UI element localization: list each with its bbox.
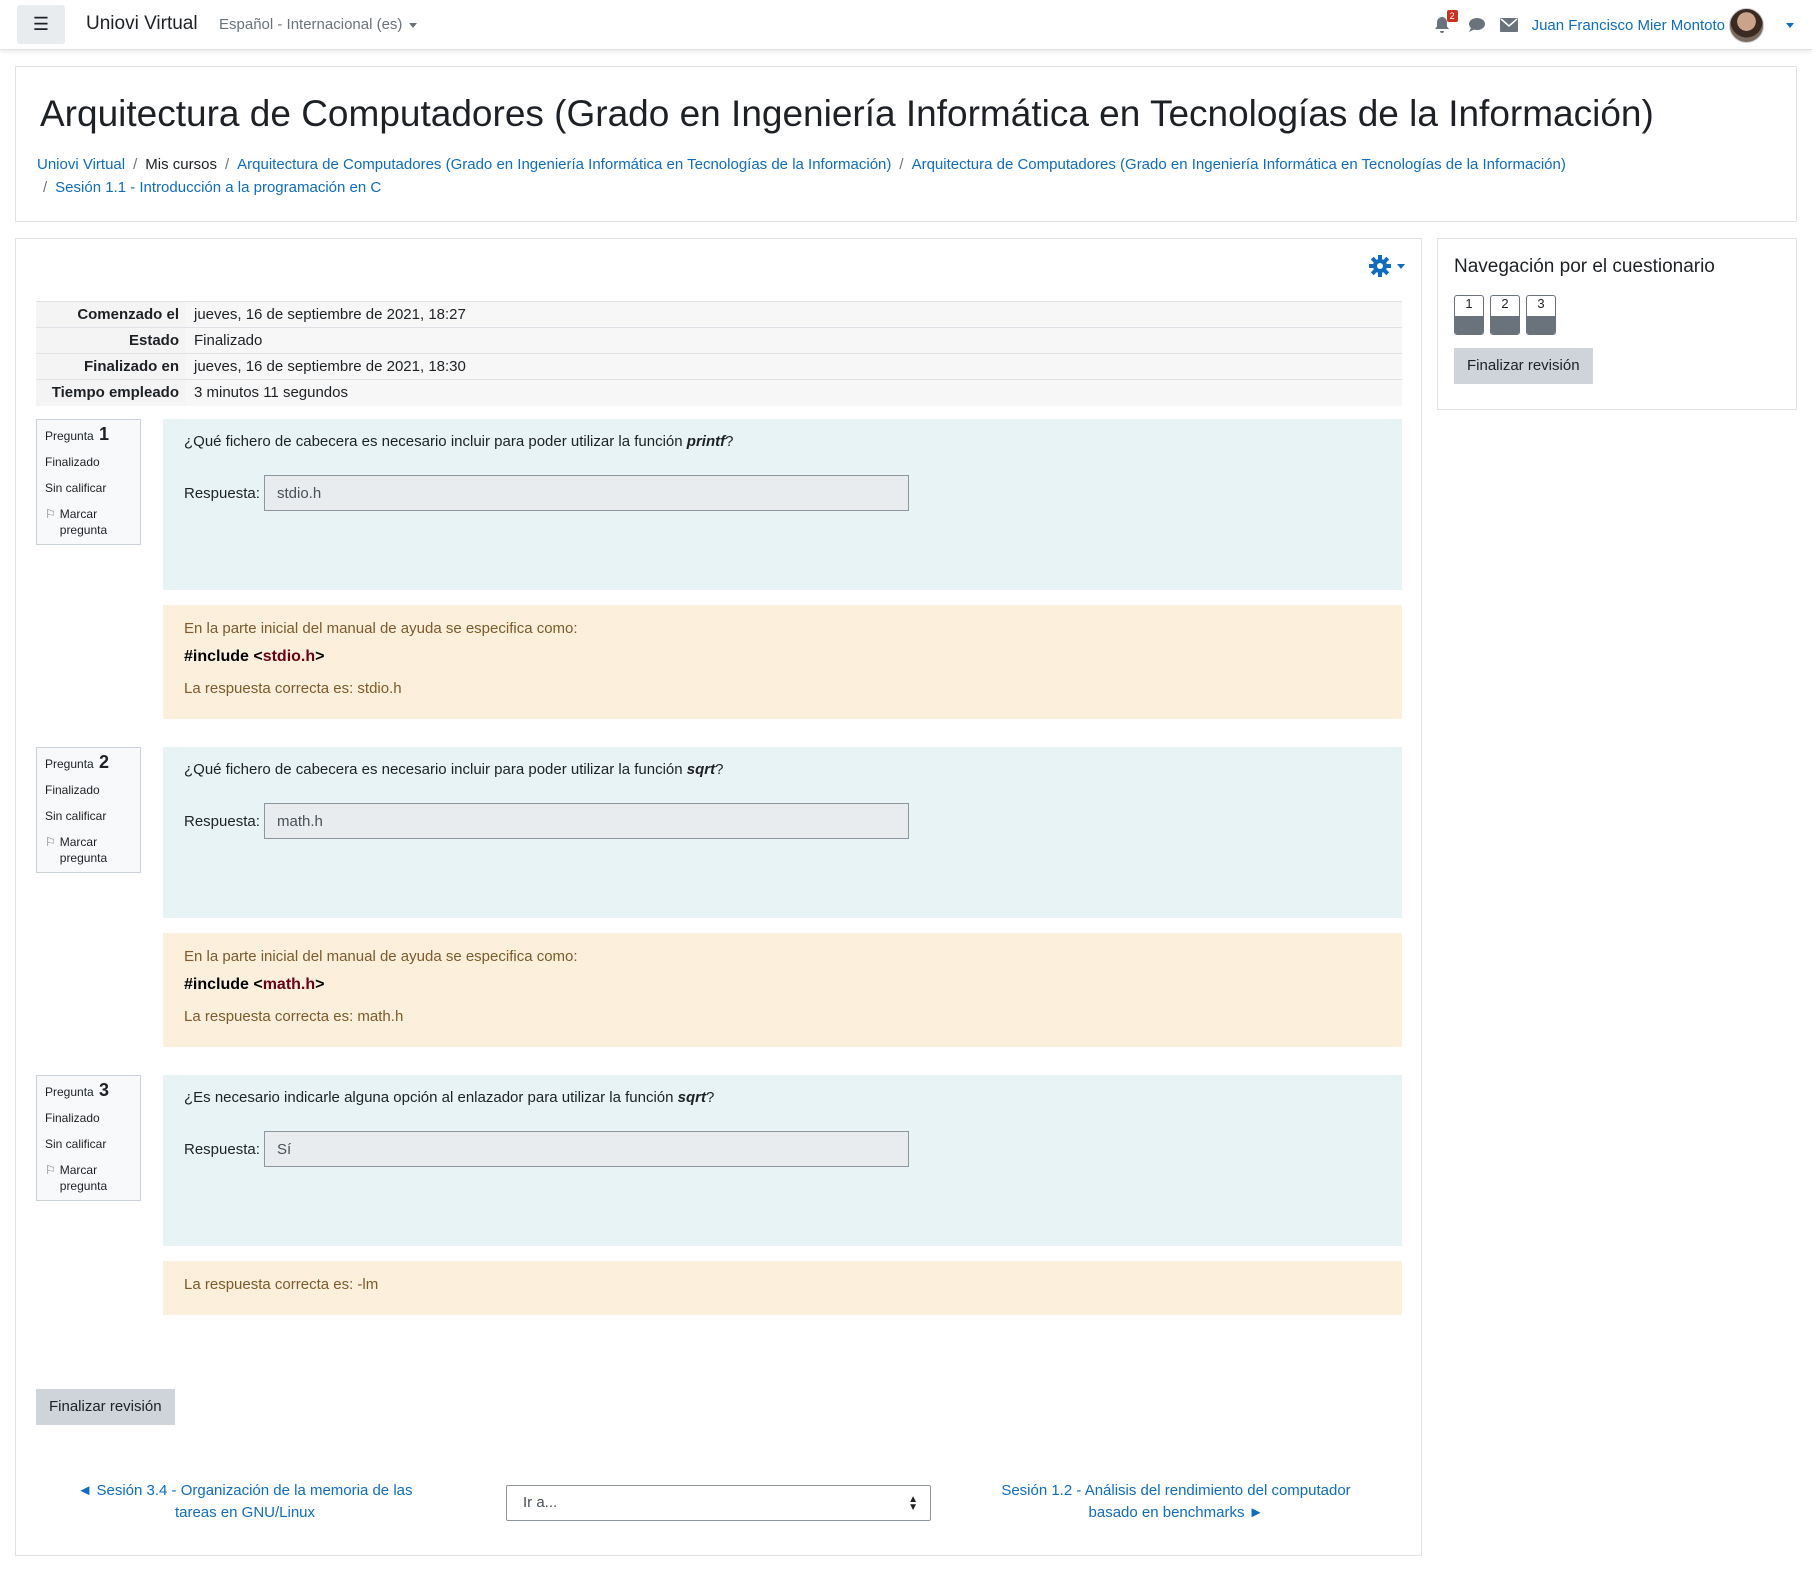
user-name-link[interactable]: Juan Francisco Mier Montoto: [1532, 17, 1725, 34]
jump-to-value: Ir a...: [523, 1494, 558, 1511]
page-title: Arquitectura de Computadores (Grado en I…: [40, 93, 1654, 134]
site-brand-link[interactable]: Uniovi Virtual: [86, 13, 198, 35]
next-activity-link[interactable]: Sesión 1.2 - Análisis del rendimiento de…: [981, 1480, 1371, 1524]
breadcrumb-item-my-courses: Mis cursos: [145, 156, 217, 173]
language-label: Español - Internacional (es): [219, 16, 403, 33]
question-state: Finalizado: [45, 783, 100, 797]
summary-value: Finalizado: [185, 327, 1402, 354]
language-menu[interactable]: Español - Internacional (es): [219, 16, 418, 33]
feedback-intro: En la parte inicial del manual de ayuda …: [184, 948, 578, 965]
correct-answer-text: La respuesta correcta es: -lm: [184, 1276, 379, 1293]
question-text: ¿Es necesario indicarle alguna opción al…: [184, 1089, 715, 1106]
finish-review-button[interactable]: Finalizar revisión: [36, 1389, 175, 1425]
summary-row: Finalizado en jueves, 16 de septiembre de…: [36, 353, 1402, 380]
breadcrumb-item-course[interactable]: Arquitectura de Computadores (Grado en I…: [912, 156, 1566, 173]
summary-label: Tiempo empleado: [36, 379, 185, 406]
breadcrumb-item-course-category[interactable]: Arquitectura de Computadores (Grado en I…: [237, 156, 891, 173]
question-grade: Sin calificar: [45, 1137, 107, 1151]
question-content-3: ¿Es necesario indicarle alguna opción al…: [163, 1075, 1402, 1246]
top-navbar: ☰ Uniovi Virtual Español - Internacional…: [0, 0, 1812, 50]
mail-button[interactable]: [1499, 18, 1518, 32]
question-feedback-2: En la parte inicial del manual de ayuda …: [163, 933, 1402, 1047]
chat-bubble-icon: [1468, 18, 1485, 32]
user-avatar[interactable]: [1729, 7, 1764, 43]
question-number: Pregunta 1: [45, 424, 110, 444]
flag-question-link[interactable]: ⚐ Marcar pregunta: [45, 1162, 132, 1194]
summary-row: Comenzado el jueves, 16 de septiembre de …: [36, 301, 1402, 328]
question-info-1: Pregunta 1 Finalizado Sin calificar ⚐ Mar…: [36, 419, 141, 545]
summary-row: Tiempo empleado 3 minutos 11 segundos: [36, 379, 1402, 406]
summary-label: Finalizado en: [36, 353, 185, 380]
question-content-1: ¿Qué fichero de cabecera es necesario in…: [163, 419, 1402, 590]
answer-label: Respuesta:: [184, 813, 260, 830]
question-nav-button-3[interactable]: 3: [1526, 295, 1556, 335]
summary-label: Estado: [36, 327, 185, 354]
feedback-code: #include <math.h>: [184, 976, 325, 993]
question-state: Finalizado: [45, 1111, 100, 1125]
chevron-down-icon: [409, 22, 418, 28]
hamburger-icon: ☰: [32, 14, 50, 34]
summary-value: jueves, 16 de septiembre de 2021, 18:30: [185, 353, 1402, 380]
breadcrumb-item-home[interactable]: Uniovi Virtual: [37, 156, 125, 173]
attempt-summary-table: Comenzado el jueves, 16 de septiembre de …: [36, 301, 1402, 406]
feedback-code: #include <stdio.h>: [184, 648, 325, 665]
question-grade: Sin calificar: [45, 809, 107, 823]
question-info-2: Pregunta 2 Finalizado Sin calificar ⚐ Mar…: [36, 747, 141, 873]
summary-value: 3 minutos 11 segundos: [185, 379, 1402, 406]
question-feedback-3: La respuesta correcta es: -lm: [163, 1261, 1402, 1315]
summary-value: jueves, 16 de septiembre de 2021, 18:27: [185, 301, 1402, 328]
flag-question-link[interactable]: ⚐ Marcar pregunta: [45, 506, 132, 538]
feedback-intro: En la parte inicial del manual de ayuda …: [184, 620, 578, 637]
menu-toggle-button[interactable]: ☰: [17, 5, 65, 44]
summary-label: Comenzado el: [36, 301, 185, 328]
flag-icon: ⚐: [45, 835, 56, 849]
question-text: ¿Qué fichero de cabecera es necesario in…: [184, 761, 724, 778]
envelope-icon: [1499, 18, 1518, 32]
answer-label: Respuesta:: [184, 485, 260, 502]
question-nav-button-1[interactable]: 1: [1454, 295, 1484, 335]
answer-field: math.h: [264, 803, 909, 839]
question-nav-buttons: 1 2 3: [1454, 295, 1556, 335]
gear-icon: [1369, 255, 1391, 277]
user-menu-chevron-icon[interactable]: [1786, 22, 1794, 28]
question-nav-button-2[interactable]: 2: [1490, 295, 1520, 335]
answer-field: stdio.h: [264, 475, 909, 511]
chevron-down-icon: [1397, 263, 1405, 269]
flag-icon: ⚐: [45, 507, 56, 521]
breadcrumb-item-quiz[interactable]: Sesión 1.1 - Introducción a la programac…: [55, 179, 381, 196]
select-arrows-icon: ▲ ▼: [908, 1494, 918, 1513]
answer-label: Respuesta:: [184, 1141, 260, 1158]
jump-to-select[interactable]: Ir a... ▲ ▼: [506, 1485, 931, 1521]
flag-icon: ⚐: [45, 1163, 56, 1177]
previous-activity-link[interactable]: ◄ Sesión 3.4 - Organización de la memori…: [60, 1480, 430, 1524]
quiz-navigation-block: Navegación por el cuestionario 1 2 3 Fin…: [1437, 238, 1797, 410]
notifications-button[interactable]: 2: [1434, 10, 1458, 34]
finish-review-button-side[interactable]: Finalizar revisión: [1454, 348, 1593, 384]
page-header: Arquitectura de Computadores (Grado en I…: [15, 66, 1797, 222]
question-feedback-1: En la parte inicial del manual de ayuda …: [163, 605, 1402, 719]
quiz-navigation-title: Navegación por el cuestionario: [1454, 256, 1715, 277]
question-text: ¿Qué fichero de cabecera es necesario in…: [184, 433, 734, 450]
question-content-2: ¿Qué fichero de cabecera es necesario in…: [163, 747, 1402, 918]
question-number: Pregunta 3: [45, 1080, 110, 1100]
summary-row: Estado Finalizado: [36, 327, 1402, 354]
notification-count-badge: 2: [1446, 10, 1458, 22]
question-info-3: Pregunta 3 Finalizado Sin calificar ⚐ Mar…: [36, 1075, 141, 1201]
breadcrumb: Uniovi Virtual / Mis cursos / Arquitectura d…: [37, 156, 1566, 196]
quiz-review-region: Comenzado el jueves, 16 de septiembre de …: [15, 238, 1422, 1556]
correct-answer-text: La respuesta correcta es: math.h: [184, 1008, 404, 1025]
settings-menu-button[interactable]: [1369, 255, 1405, 277]
question-state: Finalizado: [45, 455, 100, 469]
question-number: Pregunta 2: [45, 752, 110, 772]
messages-button[interactable]: [1468, 17, 1486, 33]
answer-field: Sí: [264, 1131, 909, 1167]
question-grade: Sin calificar: [45, 481, 107, 495]
flag-question-link[interactable]: ⚐ Marcar pregunta: [45, 834, 132, 866]
correct-answer-text: La respuesta correcta es: stdio.h: [184, 680, 402, 697]
